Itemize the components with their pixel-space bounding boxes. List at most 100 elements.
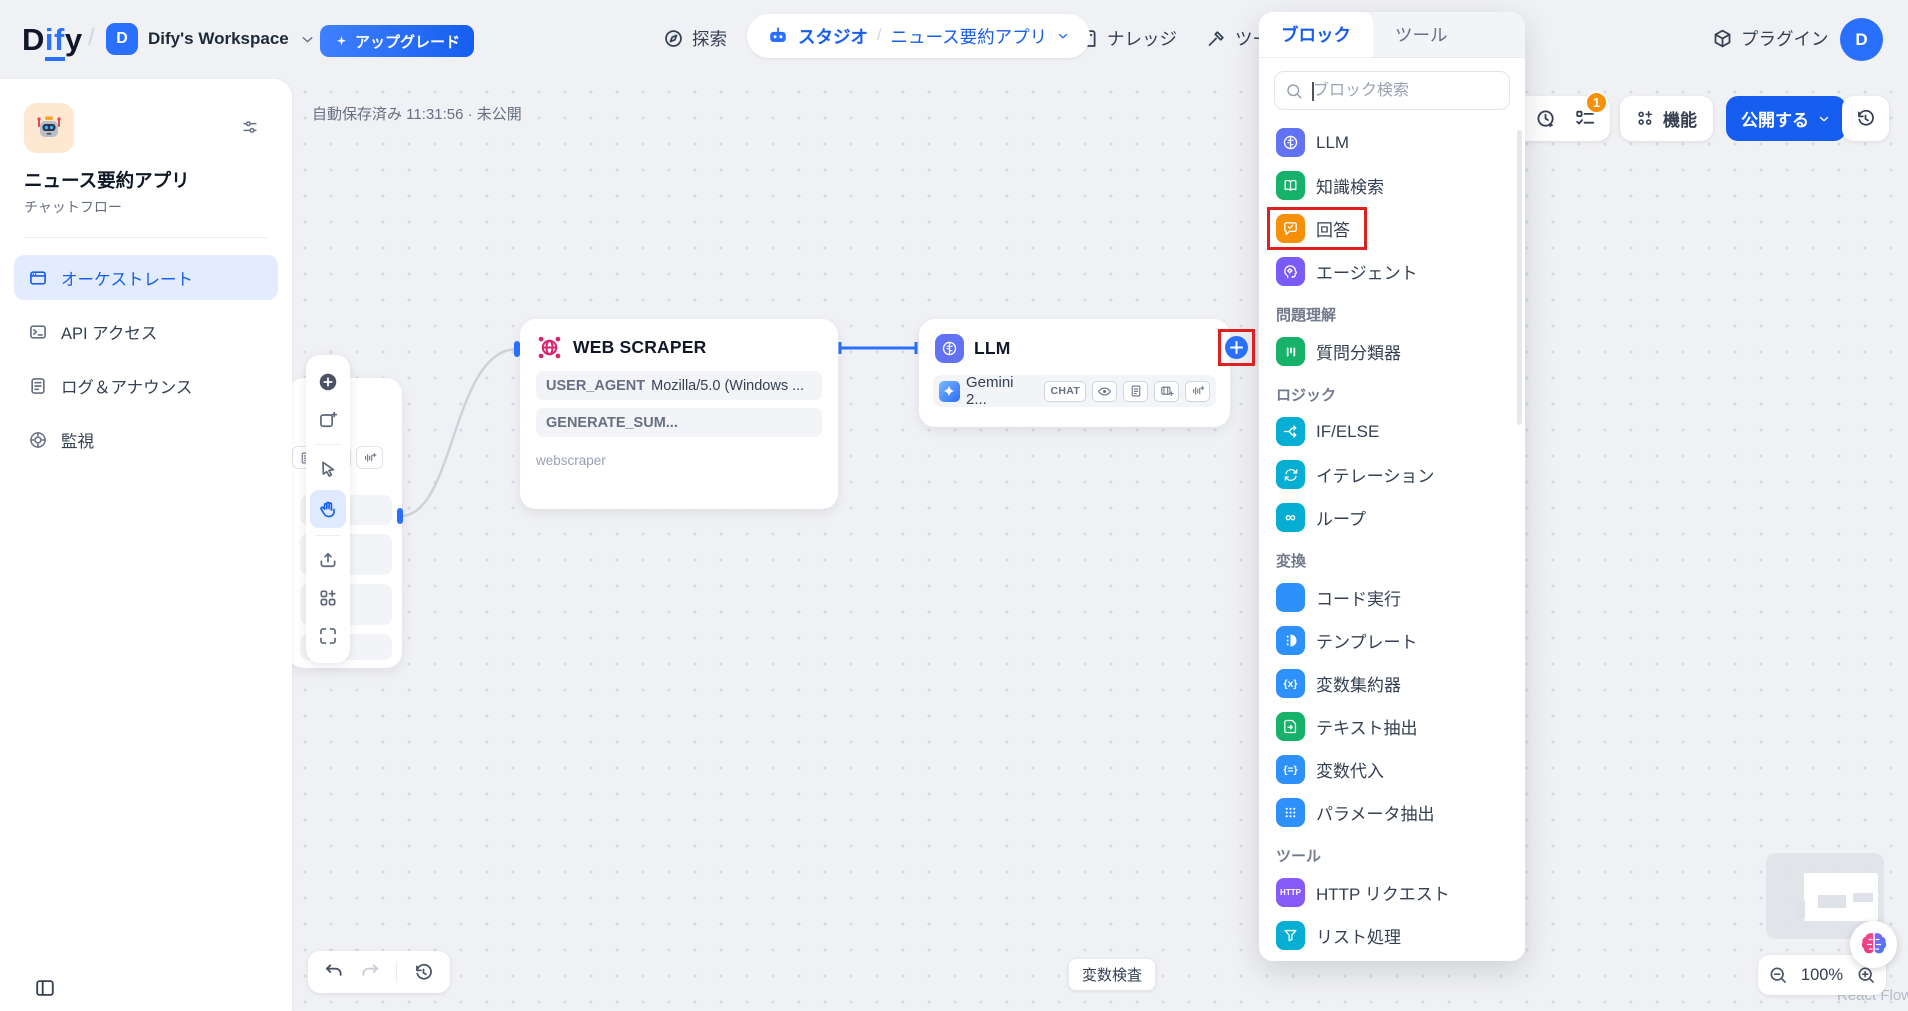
brain-icon [1276,128,1305,157]
block-item-bars[interactable]: 質問分類器 [1274,330,1510,373]
sidebar-item-0[interactable]: オーケストレート [14,255,278,300]
llm-node-icon [935,334,964,363]
user-avatar[interactable]: D [1840,18,1883,61]
workflow-canvas[interactable] [292,79,1908,1011]
divider [396,962,397,982]
block-item-braces-x[interactable]: {x} 変数集約器 [1274,662,1510,705]
app-settings-icon[interactable] [240,117,260,137]
sparkle-icon [334,34,349,49]
nav-explore[interactable]: 探索 [663,26,727,51]
infinity-icon: ∞ [1276,503,1305,532]
nav-studio[interactable]: スタジオ [798,24,868,49]
hidden-node-output-handle[interactable] [397,508,403,524]
node-llm[interactable]: LLM Gemini 2... CHAT [919,319,1230,427]
llm-model-selector[interactable]: Gemini 2... CHAT [933,375,1216,407]
divider [316,444,340,445]
dify-logo[interactable]: Dify [22,22,83,58]
workspace-selector[interactable]: D Dify's Workspace [106,23,316,55]
breadcrumb: スタジオ / ニュース要約アプリ [747,14,1090,58]
collapse-sidebar-icon[interactable] [34,977,56,999]
block-item-http[interactable]: HTTP HTTP リクエスト [1274,871,1510,914]
export-button[interactable] [311,543,345,577]
text-caret [1312,82,1314,101]
block-item-code[interactable]: コード実行 [1274,576,1510,619]
panel-tabs: ブロック ツール [1259,12,1525,58]
window-icon [28,268,48,288]
features-button[interactable]: 機能 [1620,96,1713,141]
undo-icon[interactable] [324,962,344,982]
answer-icon [1276,214,1305,243]
sidebar-item-3[interactable]: 監視 [14,417,278,462]
add-note-button[interactable] [311,403,345,437]
block-item-brain[interactable]: LLM [1274,121,1510,164]
organize-blocks-button[interactable] [311,581,345,615]
block-selector-panel: ブロック ツール LLM 知識検索 回答 エージェント 問題理解 [1259,12,1525,961]
dify-workflow-editor: Dify / D Dify's Workspace アップグレード 探索 ナレッ… [0,0,1908,1011]
gradient-brain-icon [1859,930,1889,960]
block-section-label: ロジック [1276,384,1508,405]
block-search-input[interactable] [1313,82,1520,100]
block-search-box[interactable] [1274,71,1510,110]
zoom-in-icon[interactable] [1856,965,1876,985]
sidebar-item-2[interactable]: ログ＆アナウンス [14,363,278,408]
tab-tools[interactable]: ツール [1373,12,1470,57]
variable-inspect-button[interactable]: 変数検査 [1068,958,1156,991]
pointer-mode-button[interactable] [311,452,345,486]
workspace-avatar: D [106,23,138,55]
block-item-infinity[interactable]: ∞ ループ [1274,496,1510,539]
studio-robot-icon [767,25,789,47]
panel-scrollbar[interactable] [1517,130,1522,425]
run-clock-icon[interactable] [1535,108,1557,130]
model-name: Gemini 2... [966,374,1038,408]
block-item-split[interactable]: IF/ELSE [1274,410,1510,453]
node-web-scraper[interactable]: WEB SCRAPER USER_AGENT Mozilla/5.0 (Wind… [520,319,838,509]
block-item-doc-extract[interactable]: テキスト抽出 [1274,705,1510,748]
block-item-refresh[interactable]: イテレーション [1274,453,1510,496]
split-icon [1276,417,1305,446]
model-mode-badge: CHAT [1044,381,1086,402]
hand-mode-button[interactable] [310,490,346,528]
fit-view-icon [318,626,338,646]
doc-extract-icon [1276,712,1305,741]
features-icon [1636,109,1655,128]
nav-knowledge[interactable]: ナレッジ [1078,26,1177,51]
annotation-box-add-handle [1218,329,1255,366]
block-item-template[interactable]: テンプレート [1274,619,1510,662]
llm-add-next-block-button[interactable] [1225,336,1248,359]
zoom-out-icon[interactable] [1768,965,1788,985]
change-history-icon[interactable] [413,962,434,983]
redo-icon[interactable] [360,962,380,982]
gemini-model-icon [939,381,960,402]
block-item-funnel[interactable]: リスト処理 [1274,914,1510,957]
version-history-button[interactable] [1842,96,1889,141]
block-section-label: ツール [1276,845,1508,866]
block-list: LLM 知識検索 回答 エージェント 問題理解 質問分類器 ロジック IF/EL… [1259,115,1525,961]
assistant-brain-badge[interactable] [1850,921,1897,968]
hand-icon [318,499,339,520]
sidebar-item-1[interactable]: API アクセス [14,309,278,354]
fit-view-button[interactable] [311,619,345,653]
block-item-braces-eq[interactable]: {=} 変数代入 [1274,748,1510,791]
block-item-agent[interactable]: エージェント [1274,250,1510,293]
block-item-dots-grid[interactable]: パラメータ抽出 [1274,791,1510,834]
divider [24,237,268,238]
chevron-down-icon[interactable] [1056,29,1070,43]
export-tray-icon [318,550,338,570]
node-footer-label: webscraper [536,453,822,468]
nav-plugins[interactable]: プラグイン [1712,26,1829,51]
app-sidebar: ニュース要約アプリ チャットフロー オーケストレートAPI アクセスログ＆アナウ… [0,79,292,1011]
breadcrumb-app-name[interactable]: ニュース要約アプリ [890,24,1047,49]
publish-button[interactable]: 公開する [1726,96,1846,141]
block-item-book-open[interactable]: 知識検索 [1274,164,1510,207]
zoom-level[interactable]: 100% [1801,966,1843,985]
tab-blocks[interactable]: ブロック [1259,12,1373,57]
field-user-agent: USER_AGENT Mozilla/5.0 (Windows ... [536,371,822,400]
http-icon: HTTP [1276,878,1305,907]
plus-circle-icon [317,371,339,393]
block-item-answer[interactable]: 回答 [1274,207,1510,250]
webscraper-input-handle[interactable] [514,341,520,357]
book-open-icon [1276,171,1305,200]
upgrade-button[interactable]: アップグレード [320,25,474,57]
audio-icon [356,446,383,469]
add-node-button[interactable] [311,365,345,399]
